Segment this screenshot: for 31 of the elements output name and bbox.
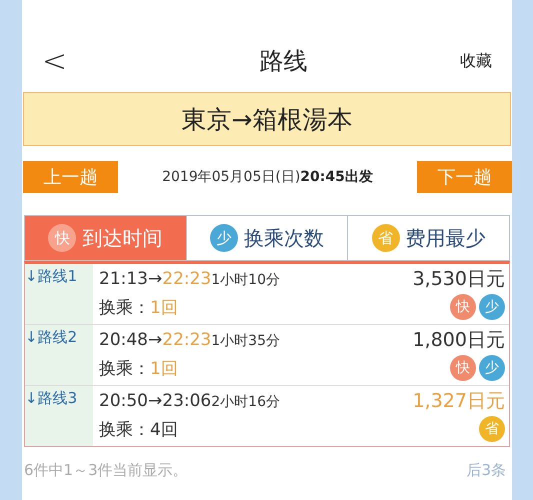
route-times: 20:48→22:231小时35分 <box>99 330 280 350</box>
back-button[interactable]: < <box>42 44 68 78</box>
route-badge: 少 <box>479 294 505 320</box>
transfer-count: 换乘：1回 <box>99 358 178 380</box>
result-summary: 6件中1～3件当前显示。 <box>24 461 188 480</box>
route-price: 1,327日元 <box>412 389 505 414</box>
tab-badge-icon: 少 <box>210 224 238 252</box>
sort-tab[interactable]: 少 换乘次数 <box>186 216 348 260</box>
route-badge: 快 <box>450 355 476 381</box>
route-name[interactable]: ↓路线2 <box>25 325 93 385</box>
next-button[interactable]: 下一趟 <box>416 161 512 193</box>
route-name[interactable]: ↓路线3 <box>25 386 93 446</box>
route-badge: 少 <box>479 355 505 381</box>
tab-badge-icon: 省 <box>372 224 400 252</box>
route-badge: 快 <box>450 294 476 320</box>
route-name[interactable]: ↓路线1 <box>25 264 93 324</box>
transfer-count: 换乘：4回 <box>99 418 178 440</box>
route-badge: 省 <box>479 416 505 442</box>
route-times: 21:13→22:231小时10分 <box>99 269 280 289</box>
route-banner: 東京→箱根湯本 <box>23 92 511 146</box>
sort-tab[interactable]: 省 费用最少 <box>347 216 510 260</box>
departure-time: 2019年05月05日(日)20:45出发 <box>162 168 373 186</box>
transfer-count: 换乘：1回 <box>99 296 178 318</box>
tab-badge-icon: 快 <box>48 224 76 252</box>
previous-button[interactable]: 上一趟 <box>23 161 118 193</box>
page-title: 路线 <box>260 46 308 77</box>
route-times: 20:50→23:062小时16分 <box>99 391 280 411</box>
route-price: 1,800日元 <box>412 328 505 353</box>
route-price: 3,530日元 <box>412 267 505 292</box>
favorite-button[interactable]: 收藏 <box>460 50 492 72</box>
sort-tab[interactable]: 快 到达时间 <box>25 216 186 260</box>
